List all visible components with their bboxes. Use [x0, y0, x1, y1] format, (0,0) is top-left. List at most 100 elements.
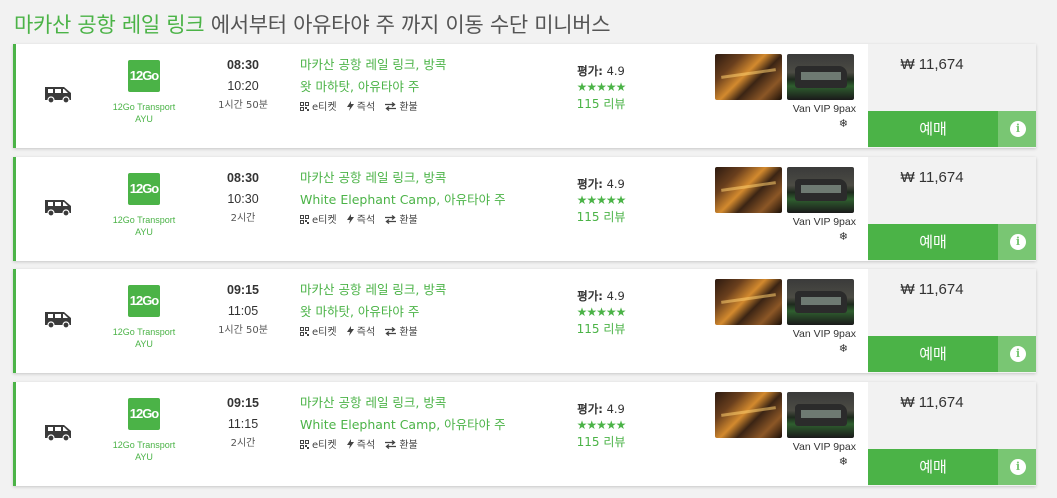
reviews-link[interactable]: 115 리뷰 — [556, 207, 646, 227]
snowflake-icon: ❄ — [838, 117, 848, 130]
vehicle-photos[interactable] — [715, 167, 855, 213]
trip-card-4[interactable]: 12Go 12Go Transport AYU 09:15 11:15 2시간 … — [13, 382, 1036, 486]
trip-times: 08:30 10:30 2시간 — [208, 167, 278, 229]
route-to[interactable]: 왓 마하탓, 아유타야 주 — [300, 76, 540, 98]
refund-feature: 환불 — [385, 323, 418, 343]
exchange-arrows-icon — [385, 439, 397, 450]
price-panel: ₩ 11,674 예매 i — [868, 269, 1036, 373]
operator-name[interactable]: 12Go Transport AYU — [108, 101, 180, 125]
route-to[interactable]: White Elephant Camp, 아유타야 주 — [300, 189, 540, 211]
instant-feature: 즉석 — [346, 436, 375, 456]
arrival-time: 10:20 — [227, 79, 259, 93]
vehicle-photos[interactable] — [715, 54, 855, 100]
book-button[interactable]: 예매 — [868, 336, 998, 372]
rating-value: 4.9 — [606, 177, 625, 191]
operator-name[interactable]: 12Go Transport AYU — [108, 439, 180, 463]
book-button[interactable]: 예매 — [868, 224, 998, 260]
page-title-route[interactable]: 마카산 공항 레일 링크 — [14, 13, 205, 37]
operator-logo: 12Go — [128, 398, 160, 430]
van-icon — [45, 200, 71, 217]
operator[interactable]: 12Go 12Go Transport AYU — [108, 173, 180, 238]
route-from[interactable]: 마카산 공항 레일 링크, 방콕 — [300, 167, 540, 189]
vehicle-class: Van VIP 9pax — [792, 103, 856, 115]
refund-feature: 환불 — [385, 211, 418, 231]
lightning-icon — [346, 439, 354, 449]
operator-name[interactable]: 12Go Transport AYU — [108, 214, 180, 238]
trip-duration: 1시간 50분 — [218, 325, 268, 336]
vehicle-photo-exterior[interactable] — [787, 167, 854, 213]
trip-duration: 1시간 50분 — [218, 100, 268, 111]
route-to[interactable]: White Elephant Camp, 아유타야 주 — [300, 414, 540, 436]
operator-name[interactable]: 12Go Transport AYU — [108, 326, 180, 350]
trip-card-1[interactable]: 12Go 12Go Transport AYU 08:30 10:20 1시간 … — [13, 44, 1036, 148]
route-from[interactable]: 마카산 공항 레일 링크, 방콕 — [300, 392, 540, 414]
book-button[interactable]: 예매 — [868, 111, 998, 147]
instant-feature: 즉석 — [346, 211, 376, 231]
reviews-link[interactable]: 115 리뷰 — [556, 319, 646, 339]
eticket-label: e티켓 — [312, 327, 337, 338]
operator-logo-text: 12Go — [129, 68, 160, 83]
trip-card-3[interactable]: 12Go 12Go Transport AYU 09:15 11:05 1시간 … — [13, 269, 1036, 373]
book-button[interactable]: 예매 — [868, 449, 998, 485]
operator-logo: 12Go — [128, 60, 160, 92]
instant-label: 즉석 — [356, 215, 376, 226]
reviews-link[interactable]: 115 리뷰 — [556, 432, 646, 452]
rating-value: 4.9 — [606, 402, 625, 416]
info-circle-icon: i — [1010, 234, 1026, 250]
refund-label: 환불 — [399, 102, 418, 113]
info-button[interactable]: i — [998, 111, 1036, 147]
trip-card-2[interactable]: 12Go 12Go Transport AYU 08:30 10:30 2시간 … — [13, 157, 1036, 261]
info-button[interactable]: i — [998, 449, 1036, 485]
vehicle-photo-interior[interactable] — [715, 279, 782, 325]
price: ₩ 11,674 — [900, 281, 964, 298]
operator[interactable]: 12Go 12Go Transport AYU — [108, 285, 180, 350]
snowflake-icon: ❄ — [838, 230, 848, 243]
vehicle-class: Van VIP 9pax — [792, 216, 856, 228]
refund-label: 환불 — [399, 440, 418, 451]
instant-feature: 즉석 — [346, 98, 376, 118]
route-from[interactable]: 마카산 공항 레일 링크, 방콕 — [300, 54, 540, 76]
rating-box[interactable]: 평가: 4.9 ★★★★★ 115 리뷰 — [556, 62, 646, 114]
instant-label: 즉석 — [356, 327, 376, 338]
rating-box[interactable]: 평가: 4.9 ★★★★★ 115 리뷰 — [556, 287, 646, 339]
vehicle-photos[interactable] — [715, 279, 855, 325]
eticket-label: e티켓 — [312, 102, 337, 113]
route-info: 마카산 공항 레일 링크, 방콕 White Elephant Camp, 아유… — [300, 167, 540, 231]
rating-box[interactable]: 평가: 4.9 ★★★★★ 115 리뷰 — [556, 175, 646, 227]
info-button[interactable]: i — [998, 336, 1036, 372]
instant-label: 즉석 — [356, 102, 376, 113]
price: ₩ 11,674 — [900, 56, 964, 73]
instant-feature: 즉석 — [346, 323, 376, 343]
vehicle-photos[interactable] — [715, 392, 855, 438]
rating-stars: ★★★★★ — [576, 193, 627, 207]
eticket-feature: e티켓 — [300, 436, 337, 456]
operator[interactable]: 12Go 12Go Transport AYU — [108, 398, 180, 463]
ticket-features: e티켓 즉석 환불 — [300, 323, 540, 343]
departure-time: 08:30 — [227, 58, 259, 72]
trip-duration: 2시간 — [230, 438, 256, 449]
vehicle-photo-interior[interactable] — [715, 392, 782, 438]
rating-line: 평가: 4.9 — [556, 175, 646, 193]
vehicle-photo-exterior[interactable] — [787, 54, 854, 100]
operator[interactable]: 12Go 12Go Transport AYU — [108, 60, 180, 125]
rating-box[interactable]: 평가: 4.9 ★★★★★ 115 리뷰 — [556, 400, 646, 452]
qr-code-icon — [300, 215, 309, 224]
refund-feature: 환불 — [385, 98, 418, 118]
vehicle-photo-exterior[interactable] — [787, 392, 854, 438]
lightning-icon — [346, 101, 354, 111]
vehicle-photo-exterior[interactable] — [787, 279, 854, 325]
qr-code-icon — [300, 440, 309, 449]
departure-time: 09:15 — [227, 396, 259, 410]
reviews-link[interactable]: 115 리뷰 — [556, 94, 646, 114]
info-button[interactable]: i — [998, 224, 1036, 260]
exchange-arrows-icon — [385, 214, 397, 225]
page-title-rest: 에서부터 아유타야 주 까지 이동 수단 미니버스 — [204, 13, 611, 37]
van-icon — [45, 312, 71, 329]
vehicle-photo-interior[interactable] — [715, 167, 782, 213]
route-to[interactable]: 왓 마하탓, 아유타야 주 — [300, 301, 540, 323]
operator-logo-text: 12Go — [129, 293, 160, 308]
vehicle-photo-interior[interactable] — [715, 54, 782, 100]
van-icon — [45, 425, 71, 442]
route-from[interactable]: 마카산 공항 레일 링크, 방콕 — [300, 279, 540, 301]
departure-time: 08:30 — [227, 171, 259, 185]
